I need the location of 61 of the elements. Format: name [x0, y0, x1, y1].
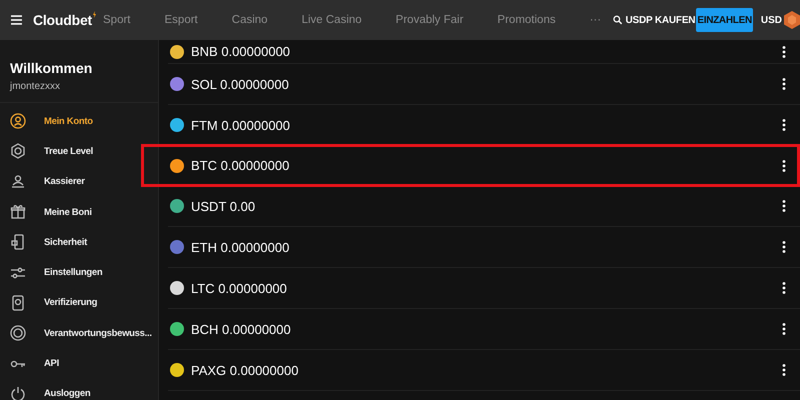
- sidebar-item[interactable]: Mein Konto: [0, 106, 158, 136]
- ring-icon: [10, 325, 26, 342]
- sidebar-item[interactable]: Verifizierung: [0, 288, 158, 318]
- more-icon[interactable]: [782, 160, 786, 172]
- balance-text: USDT 0.00: [191, 198, 256, 214]
- nav-link[interactable]: Provably Fair: [396, 14, 464, 26]
- menu-icon[interactable]: [11, 14, 22, 26]
- phone-lock-icon: [10, 234, 26, 250]
- search-icon[interactable]: [613, 14, 622, 26]
- nav-link[interactable]: ···: [590, 14, 602, 26]
- sidebar-item[interactable]: Ausloggen: [0, 378, 158, 400]
- highlighted-wallet-row[interactable]: BTC 0.00000000: [141, 144, 800, 187]
- more-icon[interactable]: [782, 200, 786, 212]
- balance-text: ETH 0.00000000: [191, 240, 290, 254]
- more-icon[interactable]: [782, 119, 786, 131]
- sidebar-item[interactable]: API: [0, 348, 158, 379]
- user-icon: [10, 113, 26, 130]
- power-icon: [10, 386, 26, 400]
- nav-link[interactable]: Sport: [103, 14, 131, 26]
- more-icon[interactable]: [782, 241, 786, 253]
- balance-text: SOL 0.00000000: [191, 76, 289, 92]
- wallet-row[interactable]: FTM 0.00000000: [168, 105, 800, 146]
- balance-text: BCH 0.00000000: [191, 322, 291, 336]
- sliders-icon: [10, 264, 26, 281]
- balance-text: FTM 0.00000000: [191, 118, 290, 132]
- wallet-row[interactable]: ETH 0.00000000: [168, 227, 800, 268]
- id-icon: [10, 294, 26, 311]
- wallet-row[interactable]: LTC 0.00000000: [168, 268, 800, 309]
- balance-text: LTC 0.00000000: [191, 280, 287, 296]
- more-icon[interactable]: [782, 282, 786, 294]
- nav-link[interactable]: Live Casino: [302, 14, 362, 26]
- wallet-row[interactable]: BCH 0.00000000: [168, 309, 800, 350]
- gift-icon: [10, 204, 26, 220]
- sidebar-item[interactable]: Verantwortungsbewuss...: [0, 318, 158, 348]
- balance-text: BTC 0.00000000: [191, 158, 290, 173]
- buy-link[interactable]: USDP KAUFEN: [625, 14, 696, 26]
- more-icon[interactable]: [782, 78, 786, 90]
- badge-icon: [10, 143, 26, 160]
- username: jmontezxxx: [10, 81, 62, 92]
- balance-text: BNB 0.00000000: [191, 44, 290, 59]
- currency-label[interactable]: USD: [760, 14, 782, 26]
- nav-link[interactable]: Promotions: [497, 14, 556, 26]
- person-icon: [10, 174, 26, 190]
- logo[interactable]: Cloudbet: [32, 12, 96, 28]
- wallet-row[interactable]: SOL 0.00000000: [168, 64, 800, 105]
- more-icon[interactable]: [782, 46, 786, 58]
- wallet-row[interactable]: PAXG 0.00000000: [168, 350, 800, 391]
- avatar-icon[interactable]: [784, 11, 800, 29]
- spark-icon: [93, 11, 96, 18]
- wallet-row[interactable]: USDT 0.00: [168, 186, 800, 227]
- wallet-row[interactable]: BNB 0.00000000: [168, 40, 800, 64]
- sidebar-item[interactable]: Meine Boni: [0, 196, 158, 228]
- nav-link[interactable]: Casino: [232, 14, 268, 26]
- sidebar-item[interactable]: Einstellungen: [0, 257, 158, 288]
- more-icon[interactable]: [782, 364, 786, 376]
- deposit-button[interactable]: EINZAHLEN: [696, 8, 753, 32]
- sidebar-item[interactable]: Sicherheit: [0, 227, 158, 258]
- more-icon[interactable]: [782, 323, 786, 335]
- greeting: Willkommen: [10, 60, 94, 76]
- balance-text: PAXG 0.00000000: [191, 362, 298, 378]
- nav-link[interactable]: Esport: [164, 14, 198, 26]
